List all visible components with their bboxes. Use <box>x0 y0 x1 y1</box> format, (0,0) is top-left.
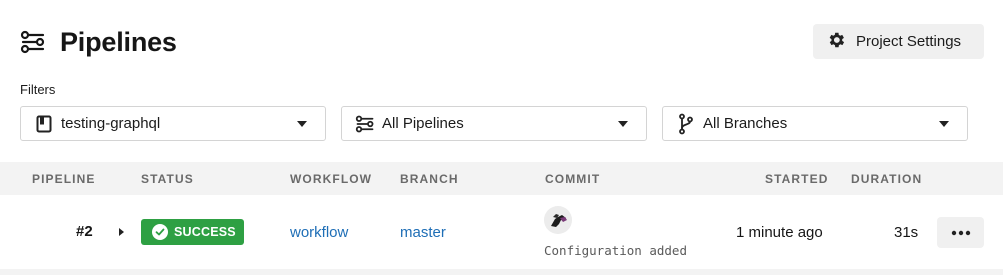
ellipsis-icon <box>951 230 970 235</box>
project-filter-value: testing-graphql <box>61 115 161 132</box>
chevron-down-icon <box>297 121 307 127</box>
avatar <box>544 206 572 234</box>
check-circle-icon <box>152 224 168 240</box>
gear-icon <box>826 30 856 54</box>
project-icon <box>34 114 54 134</box>
pipelines-icon <box>20 29 46 55</box>
workflow-link[interactable]: workflow <box>290 224 348 241</box>
duration-value: 31s <box>894 224 919 241</box>
table-header: PIPELINE STATUS WORKFLOW BRANCH COMMIT S… <box>0 162 1003 195</box>
pipeline-filter-value: All Pipelines <box>382 115 464 132</box>
project-settings-button[interactable]: Project Settings <box>813 24 984 59</box>
branch-icon <box>676 113 696 134</box>
project-settings-label: Project Settings <box>856 33 962 50</box>
column-header-status: STATUS <box>141 172 194 186</box>
pipeline-number[interactable]: #2 <box>76 223 93 240</box>
table-row: #2 SUCCESS workflow master Configuration… <box>0 195 1003 269</box>
status-label: SUCCESS <box>174 225 236 239</box>
chevron-down-icon <box>939 121 949 127</box>
column-header-commit: COMMIT <box>545 172 601 186</box>
filters-label: Filters <box>20 82 56 97</box>
project-filter-select[interactable]: testing-graphql <box>20 106 326 141</box>
branch-filter-select[interactable]: All Branches <box>662 106 968 141</box>
column-header-duration: DURATION <box>851 172 923 186</box>
pipelines-icon <box>355 114 375 134</box>
started-time: 1 minute ago <box>736 224 823 241</box>
branch-link[interactable]: master <box>400 224 446 241</box>
more-actions-button[interactable] <box>937 217 984 248</box>
pipeline-filter-select[interactable]: All Pipelines <box>341 106 647 141</box>
column-header-pipeline: PIPELINE <box>32 172 96 186</box>
page-title: Pipelines <box>60 26 177 57</box>
column-header-workflow: WORKFLOW <box>290 172 373 186</box>
branch-filter-value: All Branches <box>703 115 788 132</box>
column-header-branch: BRANCH <box>400 172 459 186</box>
row-divider <box>0 269 1003 275</box>
expand-arrow-icon[interactable] <box>119 228 124 236</box>
commit-message[interactable]: Configuration added <box>544 243 687 258</box>
page-header: Pipelines <box>20 24 177 60</box>
status-badge[interactable]: SUCCESS <box>141 219 244 245</box>
column-header-started: STARTED <box>765 172 829 186</box>
chevron-down-icon <box>618 121 628 127</box>
